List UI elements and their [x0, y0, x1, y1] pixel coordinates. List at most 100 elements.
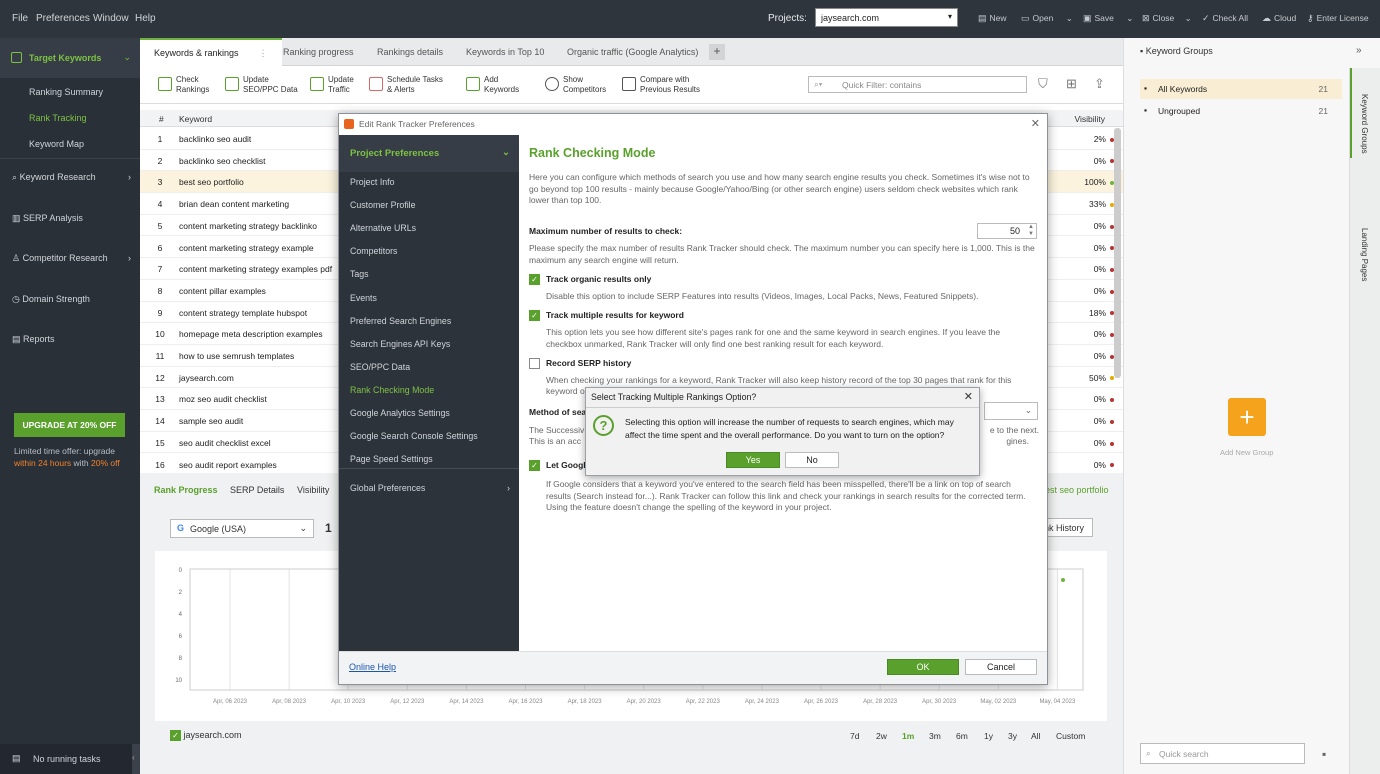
- ok-button[interactable]: OK: [887, 659, 959, 675]
- running-tasks[interactable]: ▤ No running tasks ‹: [0, 744, 140, 774]
- update-traffic-button[interactable]: Update Traffic: [310, 75, 354, 95]
- sidebar-item-serp-analysis[interactable]: ▥ SERP Analysis: [0, 213, 140, 224]
- upgrade-button[interactable]: UPGRADE AT 20% OFF: [14, 413, 125, 437]
- new-button[interactable]: ▤ New: [978, 13, 1007, 24]
- nav-item[interactable]: SEO/PPC Data: [350, 362, 410, 372]
- selected-keyword-link[interactable]: est seo portfolio: [1045, 485, 1109, 495]
- online-help-link[interactable]: Online Help: [349, 662, 396, 672]
- range-button[interactable]: 6m: [956, 731, 968, 741]
- stepper-icon[interactable]: ▲ ▼: [1028, 224, 1034, 238]
- sidebar-item-domain-strength[interactable]: ◷ Domain Strength: [0, 294, 140, 305]
- menu-window[interactable]: Window: [93, 13, 129, 24]
- nav-item[interactable]: Rank Checking Mode: [350, 385, 434, 395]
- nav-item[interactable]: Page Speed Settings: [350, 454, 433, 464]
- nav-item[interactable]: Customer Profile: [350, 200, 416, 210]
- nav-item[interactable]: Preferred Search Engines: [350, 316, 451, 326]
- range-button[interactable]: Custom: [1056, 731, 1085, 741]
- project-select[interactable]: jaysearch.com ▾: [815, 8, 958, 27]
- range-button[interactable]: 1m: [902, 731, 914, 741]
- legend-item[interactable]: ✓ jaysearch.com: [170, 730, 242, 742]
- collapse-icon[interactable]: »: [1356, 45, 1362, 56]
- menu-help[interactable]: Help: [135, 13, 156, 24]
- sidebar-target-keywords[interactable]: Target Keywords ⌄: [0, 38, 140, 78]
- range-button[interactable]: 3y: [1008, 731, 1017, 741]
- tab-serp-details[interactable]: SERP Details: [230, 485, 284, 495]
- nav-project-preferences[interactable]: Project Preferences ⌄: [339, 135, 519, 172]
- add-group-label[interactable]: Add New Group: [1220, 448, 1273, 457]
- cloud-button[interactable]: ☁ Cloud: [1262, 13, 1296, 24]
- nav-item[interactable]: Project Info: [350, 177, 395, 187]
- checkbox-let-google[interactable]: ✓: [529, 460, 540, 471]
- nav-global-preferences[interactable]: Global Preferences: [350, 483, 425, 493]
- quick-filter-input[interactable]: ⌕▾ Quick Filter: contains: [808, 76, 1027, 93]
- cancel-button[interactable]: Cancel: [965, 659, 1037, 675]
- group-ungrouped[interactable]: ▪ Ungrouped 21: [1140, 101, 1342, 121]
- close-button[interactable]: ⊠ Close ⌄: [1142, 13, 1192, 24]
- check-rankings-button[interactable]: Check Rankings: [158, 75, 209, 95]
- header-visibility[interactable]: Visibility: [1074, 114, 1105, 124]
- nav-item[interactable]: Tags: [350, 269, 369, 279]
- close-icon[interactable]: ✕: [964, 390, 973, 403]
- close-icon[interactable]: ✕: [1031, 117, 1040, 130]
- sidebar-item-keyword-map[interactable]: Keyword Map: [29, 139, 84, 149]
- add-group-icon[interactable]: +: [1228, 398, 1266, 436]
- nav-item[interactable]: Alternative URLs: [350, 223, 416, 233]
- quick-search-input[interactable]: ⌕ Quick search: [1140, 743, 1305, 764]
- range-button[interactable]: 1y: [984, 731, 993, 741]
- rank-history-button[interactable]: nk History: [1043, 518, 1093, 537]
- tab-ranking-progress[interactable]: Ranking progress: [283, 47, 354, 57]
- nav-item[interactable]: Competitors: [350, 246, 397, 256]
- header-num[interactable]: #: [159, 114, 164, 124]
- max-results-input[interactable]: 50 ▲ ▼: [977, 223, 1037, 239]
- checkbox-organic[interactable]: ✓: [529, 274, 540, 285]
- menu-preferences[interactable]: Preferences: [36, 13, 90, 24]
- update-seo-ppc-button[interactable]: Update SEO/PPC Data: [225, 75, 298, 95]
- tab-rankings-details[interactable]: Rankings details: [377, 47, 443, 57]
- save-button[interactable]: ▣ Save ⌄: [1083, 13, 1133, 24]
- table-scrollbar[interactable]: [1114, 128, 1121, 378]
- nav-item[interactable]: Events: [350, 293, 377, 303]
- add-tab-button[interactable]: +: [709, 44, 725, 60]
- group-all-keywords[interactable]: ▪ All Keywords 21: [1140, 79, 1342, 99]
- sidebar-item-competitor-research[interactable]: ♙ Competitor Research ›: [0, 253, 140, 264]
- checkbox-serp-history[interactable]: [529, 358, 540, 369]
- enter-license-button[interactable]: ⚷ Enter License: [1307, 13, 1369, 24]
- range-button[interactable]: 7d: [850, 731, 859, 741]
- range-button[interactable]: 3m: [929, 731, 941, 741]
- no-button[interactable]: No: [785, 452, 839, 468]
- export-icon[interactable]: ⇪: [1094, 76, 1105, 92]
- checkbox-multiple-results[interactable]: ✓: [529, 310, 540, 321]
- method-select[interactable]: ⌄: [984, 402, 1038, 420]
- tab-keyword-groups[interactable]: Keyword Groups: [1360, 94, 1369, 154]
- open-button[interactable]: ▭ Open ⌄: [1021, 13, 1073, 24]
- show-competitors-button[interactable]: Show Competitors: [545, 75, 606, 95]
- range-button[interactable]: All: [1031, 731, 1040, 741]
- new-folder-icon[interactable]: ▪: [1322, 747, 1326, 761]
- collapse-icon[interactable]: ‹: [132, 744, 140, 774]
- tab-rank-progress[interactable]: Rank Progress: [154, 485, 218, 495]
- filter-icon[interactable]: ⛉: [1038, 76, 1048, 92]
- tab-keywords-top10[interactable]: Keywords in Top 10: [466, 47, 544, 57]
- sidebar-item-reports[interactable]: ▤ Reports: [0, 334, 140, 345]
- nav-item[interactable]: Search Engines API Keys: [350, 339, 450, 349]
- schedule-tasks-button[interactable]: Schedule Tasks & Alerts: [369, 75, 443, 95]
- compare-button[interactable]: Compare with Previous Results: [622, 75, 700, 95]
- sidebar-item-keyword-research[interactable]: ⌕ Keyword Research ›: [0, 172, 140, 183]
- tab-keywords-rankings[interactable]: Keywords & rankings ⋮: [140, 38, 282, 66]
- search-engine-select[interactable]: G Google (USA) ⌄: [170, 519, 314, 538]
- add-keywords-button[interactable]: Add Keywords: [466, 75, 519, 95]
- header-keyword[interactable]: Keyword: [179, 114, 212, 124]
- sidebar-item-rank-tracking[interactable]: Rank Tracking: [29, 113, 87, 123]
- menu-file[interactable]: File: [12, 13, 28, 24]
- yes-button[interactable]: Yes: [726, 452, 780, 468]
- tab-landing-pages[interactable]: Landing Pages: [1360, 228, 1369, 281]
- tab-visibility[interactable]: Visibility: [297, 485, 329, 495]
- range-button[interactable]: 2w: [876, 731, 887, 741]
- check-all-button[interactable]: ✓ Check All: [1202, 13, 1248, 24]
- tab-organic-traffic[interactable]: Organic traffic (Google Analytics): [567, 47, 698, 57]
- sidebar-item-ranking-summary[interactable]: Ranking Summary: [29, 87, 103, 97]
- nav-item[interactable]: Google Search Console Settings: [350, 431, 478, 441]
- columns-icon[interactable]: ⊞: [1066, 76, 1077, 92]
- more-icon[interactable]: ⋮: [259, 48, 268, 58]
- nav-item[interactable]: Google Analytics Settings: [350, 408, 450, 418]
